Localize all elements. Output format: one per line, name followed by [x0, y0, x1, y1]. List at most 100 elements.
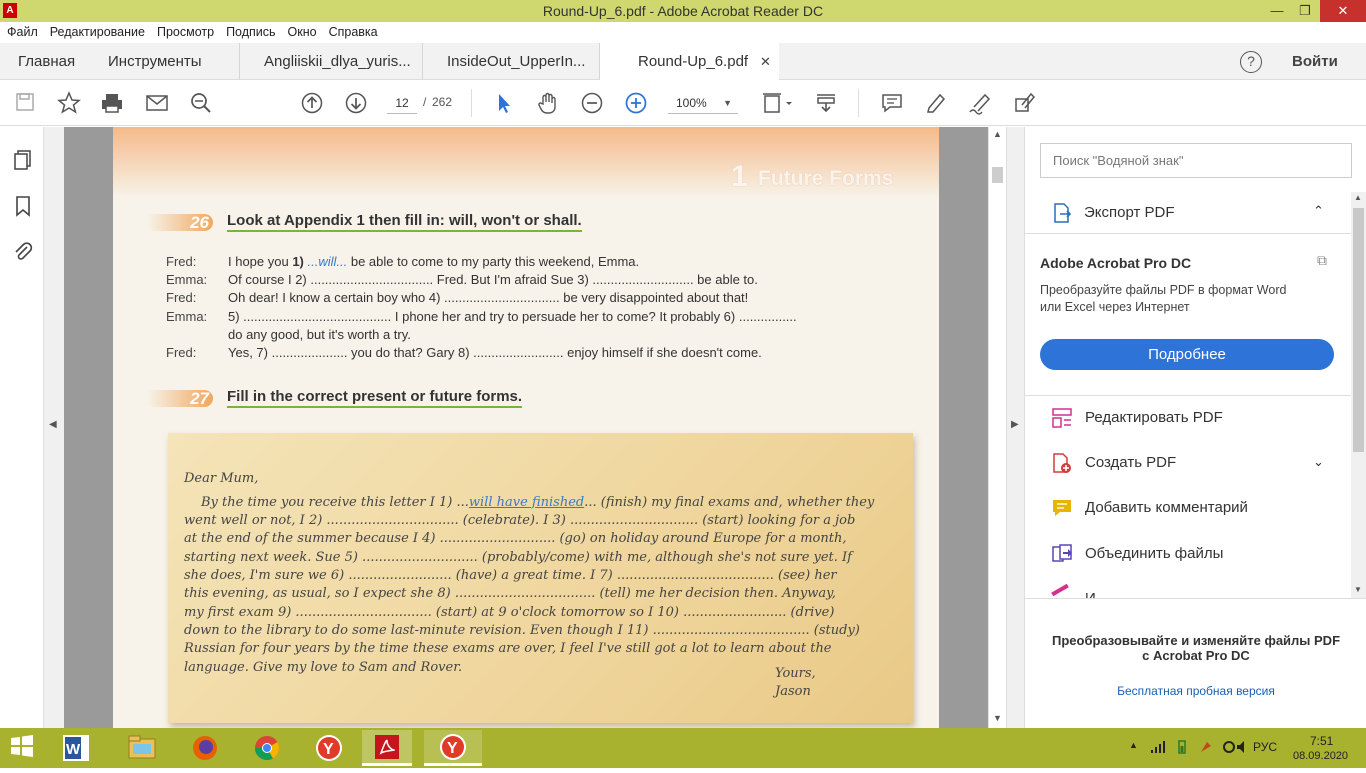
close-window-button[interactable]: ✕ — [1320, 0, 1366, 22]
scroll-up-icon[interactable]: ▲ — [993, 129, 1002, 139]
hand-tool-icon[interactable] — [536, 91, 560, 115]
document-scrollbar[interactable]: ▲ ▼ — [988, 127, 1006, 728]
select-cursor-icon[interactable] — [492, 91, 516, 115]
page-up-icon[interactable] — [300, 91, 324, 115]
search-placeholder: Поиск "Водяной знак" — [1053, 153, 1184, 168]
scroll-down-icon[interactable]: ▼ — [1354, 585, 1362, 594]
app-tray-icon[interactable] — [1199, 740, 1213, 757]
tool-combine-files[interactable]: Объединить файлы — [1025, 533, 1347, 577]
chevron-left-icon: ◀ — [49, 419, 57, 430]
tool-add-comment[interactable]: Добавить комментарий — [1025, 487, 1347, 531]
chrome-icon[interactable] — [249, 733, 285, 765]
yandex-browser-icon[interactable]: Y — [311, 733, 347, 765]
tool-partial[interactable]: И — [1025, 578, 1351, 598]
letter-line: Russian for four years by the time these… — [184, 641, 832, 656]
edit-pdf-icon — [1051, 407, 1073, 429]
export-pdf-header[interactable]: Экспорт PDF ⌃ — [1025, 192, 1351, 234]
promo-text: Преобразуйте файлы PDF в формат Word — [1040, 283, 1287, 297]
promo-text: или Excel через Интернет — [1040, 300, 1190, 314]
settings-tray-icon[interactable] — [1222, 740, 1236, 757]
tab-doc-2[interactable]: InsideOut_UpperIn... — [422, 43, 599, 80]
copy-icon[interactable]: ⧉ — [1317, 252, 1327, 269]
left-panel-toggle[interactable]: ◀ — [44, 127, 64, 728]
save-icon[interactable] — [13, 91, 37, 115]
menu-sign[interactable]: Подпись — [219, 22, 280, 39]
letter-line: my first exam 9) .......................… — [184, 605, 835, 620]
toolbar-divider — [858, 89, 859, 117]
bookmarks-icon[interactable] — [14, 195, 32, 220]
tools-search-input[interactable]: Поиск "Водяной знак" — [1040, 143, 1352, 178]
more-info-button[interactable]: Подробнее — [1040, 339, 1334, 370]
scroll-mode-icon[interactable] — [814, 91, 838, 115]
zoom-out-icon[interactable] — [580, 91, 604, 115]
page-thumbnails-icon[interactable] — [12, 149, 34, 174]
attachments-icon[interactable] — [12, 241, 34, 266]
dialogue-line: Yes, 7) ..................... you do tha… — [228, 345, 762, 360]
fill-sign-icon[interactable] — [1012, 91, 1036, 115]
scroll-down-icon[interactable]: ▼ — [993, 713, 1002, 723]
letter-line: she does, I'm sure we 6) ...............… — [184, 568, 837, 583]
pdf-page: 1 Future Forms 26 Look at Appendix 1 the… — [113, 127, 939, 728]
menu-edit[interactable]: Редактирование — [43, 22, 150, 39]
language-indicator[interactable]: РУС — [1253, 740, 1277, 754]
tray-overflow-icon[interactable]: ▲ — [1129, 740, 1138, 750]
fit-page-icon[interactable] — [762, 91, 796, 115]
dialogue-speaker: Fred: — [166, 345, 197, 360]
right-panel-toggle[interactable]: ▶ — [1006, 127, 1024, 728]
print-icon[interactable] — [100, 91, 124, 115]
tab-tools[interactable]: Инструменты — [90, 43, 239, 80]
zoom-in-icon[interactable] — [624, 91, 648, 115]
page-number-input[interactable]: 12 — [387, 92, 417, 114]
scroll-thumb[interactable] — [992, 167, 1003, 183]
minimize-button[interactable]: — — [1262, 0, 1292, 22]
menu-view[interactable]: Просмотр — [150, 22, 219, 39]
comment-icon[interactable] — [880, 91, 904, 115]
chevron-down-icon[interactable]: ⌄ — [1313, 454, 1324, 470]
network-icon[interactable] — [1150, 740, 1166, 757]
battery-icon[interactable] — [1175, 740, 1189, 757]
zoom-search-icon[interactable] — [189, 91, 213, 115]
star-icon[interactable] — [57, 91, 81, 115]
menu-window[interactable]: Окно — [281, 22, 322, 39]
free-trial-link[interactable]: Бесплатная пробная версия — [1025, 684, 1366, 698]
volume-icon[interactable] — [1236, 740, 1250, 757]
yandex-browser-active-icon[interactable]: Y — [424, 730, 482, 766]
help-icon[interactable]: ? — [1240, 51, 1262, 73]
sign-icon[interactable] — [968, 91, 992, 115]
tab-doc-1[interactable]: Angliiskii_dlya_yuris... — [239, 43, 422, 80]
clock-date[interactable]: 08.09.2020 — [1293, 750, 1348, 762]
clock-time[interactable]: 7:51 — [1310, 734, 1333, 748]
dialogue-line: Oh dear! I know a certain boy who 4) ...… — [228, 290, 749, 305]
maximize-button[interactable]: ❐ — [1290, 0, 1320, 22]
firefox-icon[interactable] — [187, 733, 223, 765]
tools-scrollbar[interactable]: ▲ ▼ — [1351, 192, 1366, 598]
menu-help[interactable]: Справка — [322, 22, 383, 39]
zoom-select[interactable]: 100% ▼ — [668, 92, 738, 114]
dialogue-text: I hope you — [228, 254, 293, 269]
page-down-icon[interactable] — [344, 91, 368, 115]
divider — [1025, 395, 1351, 396]
acrobat-taskbar-icon[interactable] — [362, 730, 412, 766]
tab-doc-active[interactable]: Round-Up_6.pdf ✕ — [599, 43, 779, 81]
tool-edit-pdf[interactable]: Редактировать PDF — [1025, 397, 1347, 441]
file-explorer-icon[interactable] — [124, 733, 160, 765]
scroll-up-icon[interactable]: ▲ — [1354, 193, 1362, 202]
footer-promo: Преобразовывайте и изменяйте файлы PDF — [1051, 633, 1341, 648]
comment-tool-icon — [1051, 497, 1073, 519]
windows-start-icon[interactable] — [4, 733, 40, 765]
letter-line: starting next week. Sue 5) .............… — [184, 550, 852, 565]
tool-create-pdf[interactable]: Создать PDF ⌄ — [1025, 442, 1347, 486]
toolbar: 12 / 262 100% ▼ — [0, 80, 1366, 126]
menu-file[interactable]: Файл — [0, 22, 43, 39]
export-pdf-icon — [1051, 202, 1073, 227]
scroll-thumb[interactable] — [1353, 208, 1364, 452]
signin-button[interactable]: Войти — [1292, 53, 1338, 70]
tab-home[interactable]: Главная — [0, 43, 90, 80]
tool-label: Редактировать PDF — [1085, 409, 1223, 426]
highlight-pen-icon[interactable] — [924, 91, 948, 115]
footer-promo: с Acrobat Pro DC — [1142, 648, 1250, 663]
mail-icon[interactable] — [145, 91, 169, 115]
tab-close-icon[interactable]: ✕ — [760, 43, 771, 80]
word-icon[interactable]: W — [58, 733, 94, 765]
divider — [1025, 598, 1366, 599]
